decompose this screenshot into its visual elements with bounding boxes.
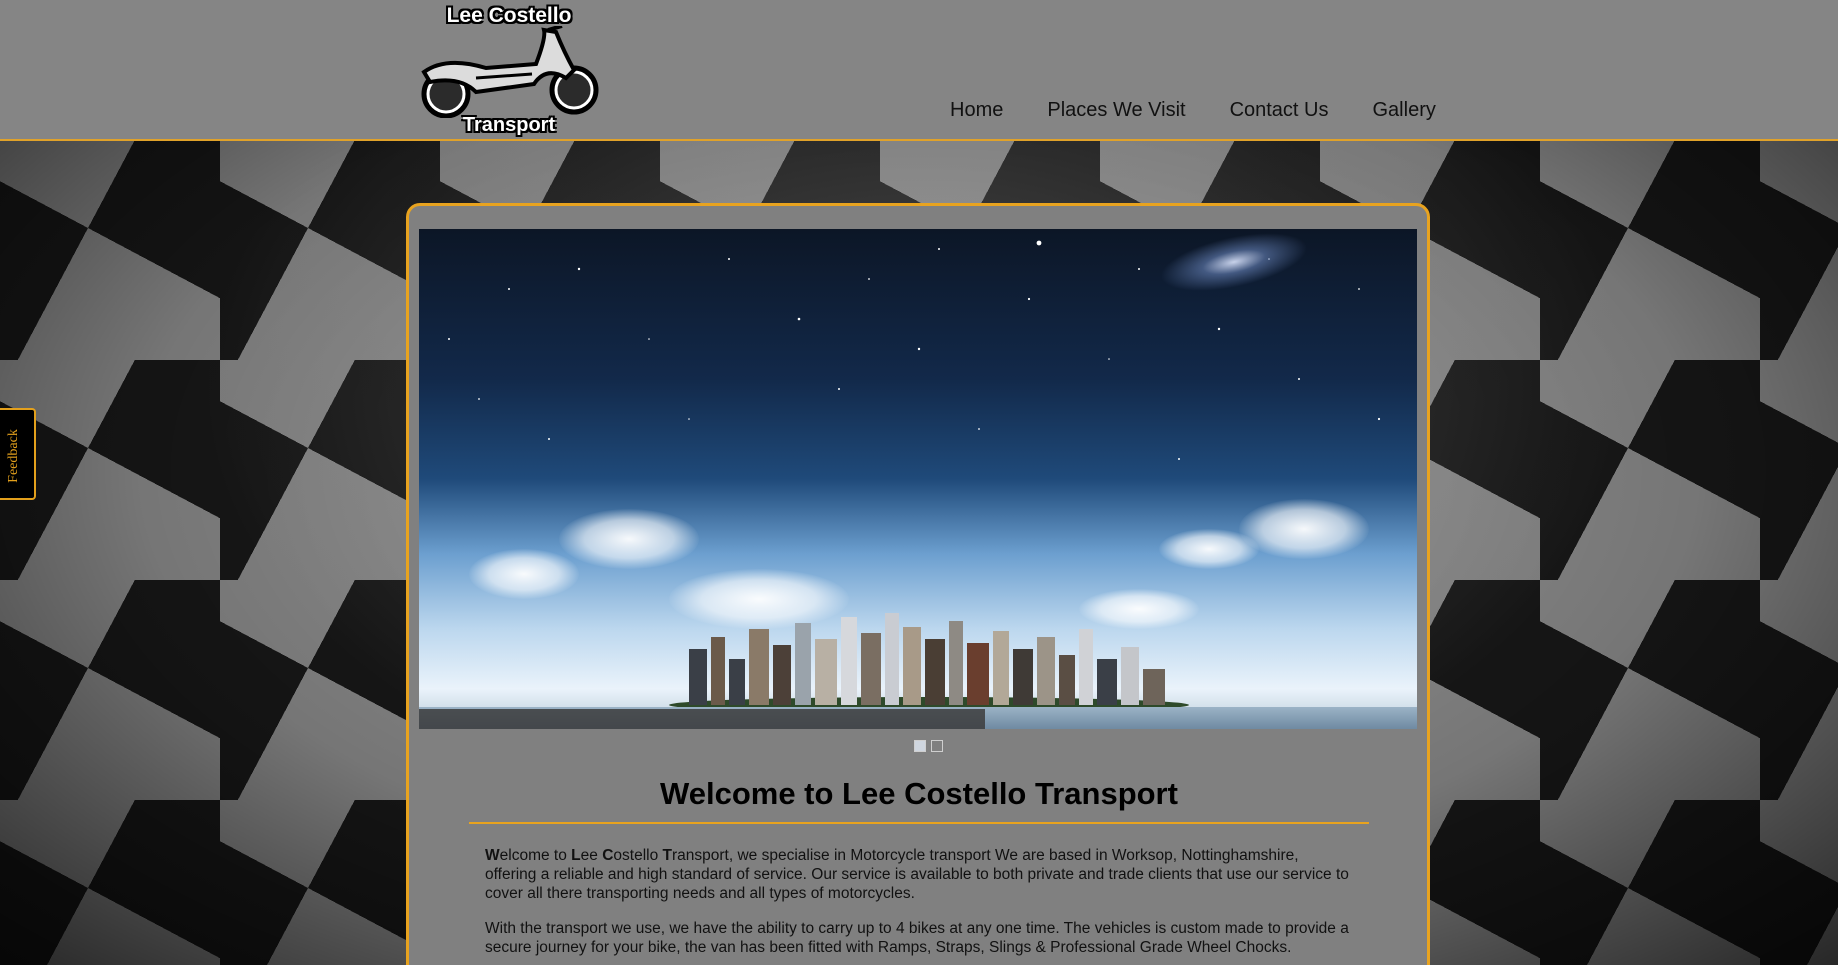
main-panel: Welcome to Lee Costello Transport Welcom…: [406, 203, 1430, 965]
page-title: Welcome to Lee Costello Transport: [469, 776, 1369, 824]
transport-paragraph: With the transport we use, we have the a…: [485, 920, 1349, 956]
intro-paragraph-text: ransport, we specialise in Motorcycle tr…: [485, 847, 1349, 902]
logo-subtitle: Transport: [462, 114, 556, 136]
slider-dot-2[interactable]: [931, 740, 943, 752]
cloud: [559, 509, 699, 569]
main-nav: Home Places We Visit Contact Us Gallery: [950, 98, 1480, 122]
image-slider[interactable]: [419, 229, 1417, 729]
cloud: [469, 549, 579, 599]
motorcycle-logo-icon: [421, 26, 599, 118]
intro-paragraph: Welcome to Lee Costello Transport, we sp…: [485, 847, 1349, 902]
welcome-section: Welcome to Lee Costello Transport Welcom…: [469, 776, 1369, 957]
feedback-label: Feedback: [6, 429, 21, 483]
site-logo[interactable]: Lee Costello Transport: [416, 2, 602, 138]
feedback-tab[interactable]: Feedback: [0, 408, 36, 500]
slider-dot-1[interactable]: [914, 740, 926, 752]
nav-gallery[interactable]: Gallery: [1373, 98, 1436, 122]
nav-places-we-visit[interactable]: Places We Visit: [1047, 98, 1185, 122]
nav-home[interactable]: Home: [950, 98, 1003, 122]
logo-title: Lee Costello: [446, 4, 572, 27]
cloud: [1159, 529, 1259, 569]
slider-pagination: [914, 740, 943, 752]
slider-caption-bar: [419, 709, 985, 729]
city-skyline: [669, 613, 1189, 709]
site-header: Lee Costello Transport Home Places We Vi…: [0, 0, 1838, 141]
nav-contact-us[interactable]: Contact Us: [1230, 98, 1329, 122]
